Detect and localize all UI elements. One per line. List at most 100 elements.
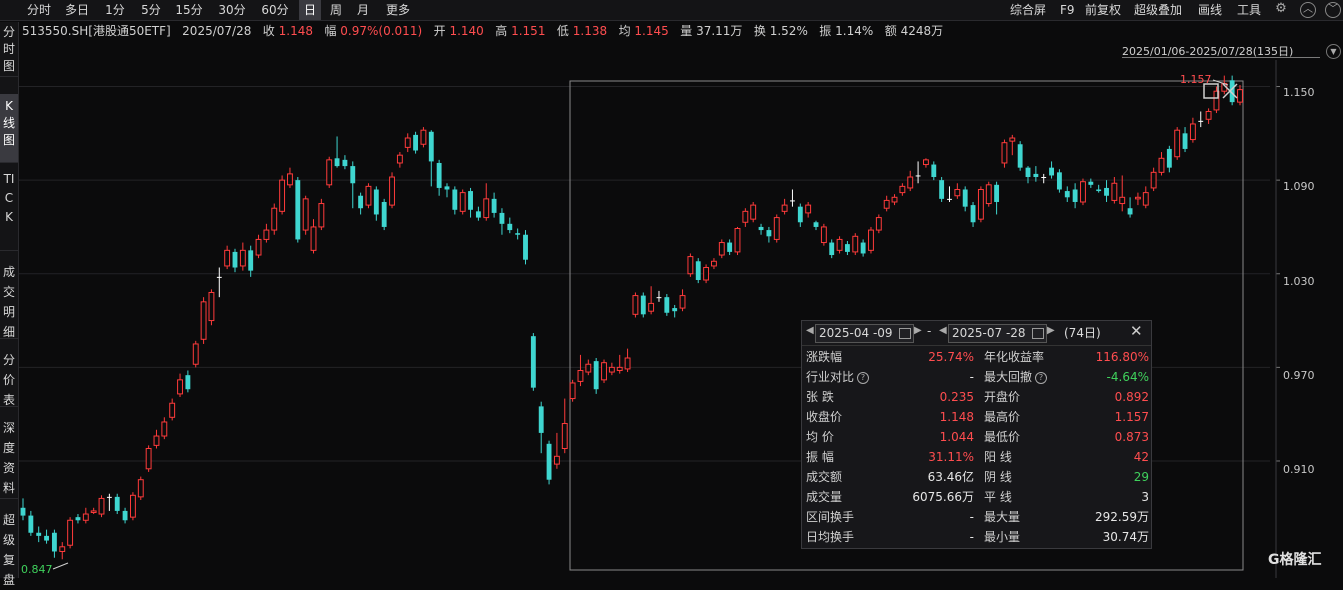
candle-body [358,195,364,209]
candle-body [954,189,961,197]
composite-screen-button[interactable]: 综合屏 [1010,0,1046,20]
candle-body [279,179,286,212]
low-value: 1.138 [572,24,608,38]
drawing-button[interactable]: 画线 [1198,0,1222,20]
candle-body [836,238,843,251]
period-tab-5min[interactable]: 5分 [136,0,166,20]
date-range-underline [1122,57,1320,58]
candle-body [185,375,191,390]
end-date-input[interactable]: 2025-07 -28 [948,324,1047,343]
start-date-input[interactable]: 2025-04 -09 [815,324,914,343]
candle-body [1001,142,1008,164]
candle-body [585,363,592,373]
period-tab-week[interactable]: 周 [325,0,347,20]
next-arrow-icon-2[interactable]: ▶ [1047,325,1055,336]
period-tab-1min[interactable]: 1分 [100,0,130,20]
candle-body [350,166,356,184]
period-tab-60min[interactable]: 60分 [255,0,295,20]
period-tab-duori[interactable]: 多日 [60,0,94,20]
candle-body [499,212,505,224]
period-tab-month[interactable]: 月 [352,0,374,20]
sidebar-tab-super-review[interactable]: 超级复盘 [0,508,18,587]
candle-body [342,159,348,167]
chevron-down-icon[interactable]: ﹀ [1325,2,1341,18]
help-icon[interactable]: ? [857,372,870,384]
candle-body [468,191,473,210]
stat-label: 收盘价 [806,410,843,424]
forward-adjust-button[interactable]: 前复权 [1085,0,1121,20]
stat-label: 成交量 [806,490,843,504]
stat-value: 116.80% [1095,350,1149,364]
candle-body [1134,196,1141,200]
chevron-up-icon[interactable]: ︿ [1300,2,1316,18]
super-overlay-button[interactable]: 超级叠加 [1134,0,1182,20]
f9-button[interactable]: F9 [1060,0,1075,20]
brand-logo: G格隆汇 [1268,552,1322,568]
candle-body [679,295,686,309]
candle-body [790,200,795,202]
period-tab-30min[interactable]: 30分 [212,0,252,20]
stat-label: 最低价 [984,430,1021,444]
turnover-label: 换 [753,24,766,38]
stat-label: 张 跌 [806,390,834,404]
settings-gear-icon[interactable]: ⚙ [1274,2,1288,16]
candle-body [318,203,325,228]
calendar-icon-2[interactable] [1032,328,1044,339]
candle-body [1182,133,1188,149]
sidebar-tab-kline[interactable]: K线图 [0,94,18,163]
period-tab-15min[interactable]: 15分 [170,0,208,20]
candle-body [970,205,976,223]
candle-body [703,267,710,281]
candle-body [122,510,128,521]
sidebar-tab-depth-data[interactable]: 深度资料 [0,416,18,499]
max-price-label: 1.157 [1180,73,1212,86]
candle-body [98,497,105,515]
stat-label: 成交额 [806,470,843,484]
prev-arrow-icon[interactable]: ◀ [806,325,814,336]
sidebar-tab-tick[interactable]: TICK [0,168,18,251]
candle-body [593,361,599,390]
volume-value: 37.11万 [696,24,743,38]
tools-button[interactable]: 工具 [1237,0,1261,20]
candle-body [507,223,513,231]
stats-row: 日均换手 - 最小量 30.74万 [806,527,1149,547]
candle-body [1237,89,1243,103]
close-icon[interactable]: ✕ [1130,322,1143,340]
candle-body [891,196,898,203]
candle-body [59,546,66,552]
calendar-icon[interactable] [899,328,911,339]
candle-body [389,176,395,206]
candle-body [632,295,639,315]
candle-body [452,189,458,210]
candle-body [813,222,819,227]
sidebar-tab-fenshi[interactable]: 分时图 [0,22,18,77]
low-label: 低 [556,24,569,38]
period-toolbar: 分时 多日 1分 5分 15分 30分 60分 日 周 月 更多 综合屏 F9 … [0,0,1343,21]
amount-value: 4248万 [900,24,944,38]
sidebar-tab-trade-detail[interactable]: 成交明细 [0,260,18,339]
candle-body [436,162,442,188]
period-tab-more[interactable]: 更多 [380,0,416,20]
sidebar-tab-price-table[interactable]: 分价表 [0,348,18,407]
candle-body [781,204,788,212]
interval-stats-panel: ◀ 2025-04 -09 ▶ - ◀ 2025-07 -28 ▶ (74日) … [801,320,1152,549]
candle-body [616,366,623,371]
period-tab-day[interactable]: 日 [299,0,321,20]
candle-body [750,204,757,220]
next-arrow-icon[interactable]: ▶ [914,325,922,336]
candle-body [907,176,914,189]
candle-body [1142,192,1149,206]
candle-body [569,382,576,400]
candle-body [939,180,945,199]
stats-row: 张 跌 0.235 开盘价 0.892 [806,387,1149,407]
help-icon[interactable]: ? [1035,372,1048,384]
range-dropdown-icon[interactable]: ▼ [1326,44,1341,59]
candle-body [263,229,270,240]
prev-arrow-icon-2[interactable]: ◀ [939,325,947,336]
stat-value: 1.157 [1114,410,1149,424]
stat-label: 区间换手 [806,510,855,524]
candle-body [711,260,717,267]
period-tab-fenshi[interactable]: 分时 [22,0,56,20]
stat-label: 平 线 [984,490,1012,504]
candle-body [1025,167,1031,178]
